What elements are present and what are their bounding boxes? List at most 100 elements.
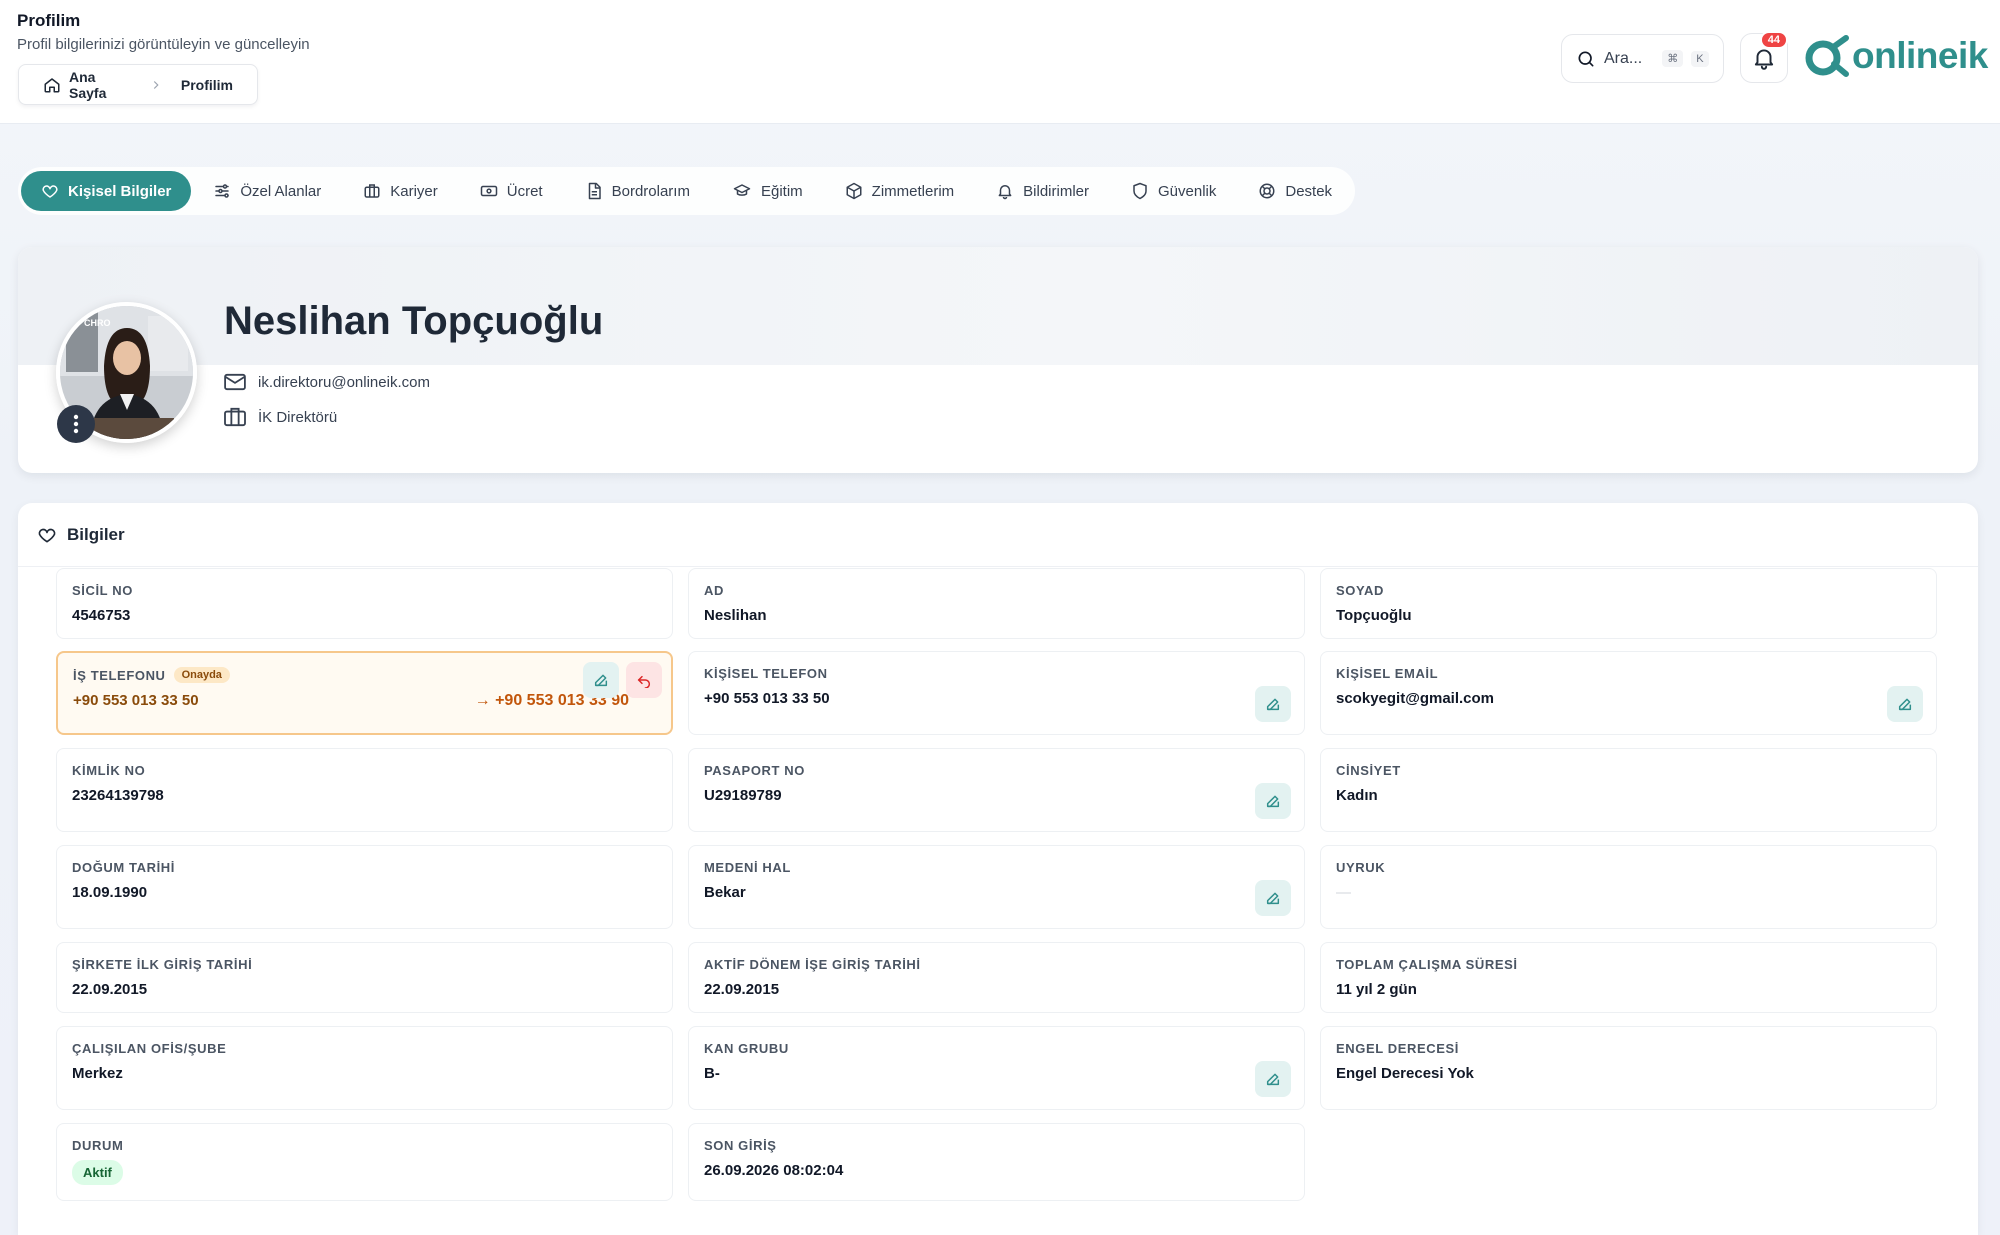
profile-role-row: İK Direktörü: [224, 407, 337, 427]
edit-button[interactable]: [1255, 880, 1291, 916]
field-label: CİNSİYET: [1336, 763, 1401, 778]
page-subtitle: Profil bilgilerinizi görüntüleyin ve gün…: [17, 36, 310, 53]
graduation-cap-icon: [732, 182, 752, 200]
field-value: +90 553 013 33 50: [704, 690, 830, 707]
edit-icon: [1265, 696, 1281, 712]
field-kimlik-no: KİMLİK NO 23264139798: [56, 748, 673, 832]
tab-destek[interactable]: Destek: [1238, 171, 1352, 211]
tab-ucret[interactable]: Ücret: [460, 171, 563, 211]
field-value: Engel Derecesi Yok: [1336, 1065, 1474, 1082]
field-value: 4546753: [72, 607, 131, 624]
field-label: KAN GRUBU: [704, 1041, 789, 1056]
tab-label: Zimmetlerim: [871, 182, 955, 200]
shortcut-cmd: ⌘: [1662, 50, 1684, 67]
tab-label: Özel Alanlar: [240, 182, 322, 200]
tab-zimmetlerim[interactable]: Zimmetlerim: [825, 171, 975, 211]
field-value: Neslihan: [704, 607, 767, 624]
shield-icon: [1131, 182, 1149, 200]
avatar-sign-text: CHRO: [84, 318, 111, 328]
notification-count-badge: 44: [1759, 31, 1788, 49]
breadcrumb-home[interactable]: Ana Sayfa: [43, 69, 131, 101]
breadcrumb-current: Profilim: [180, 76, 233, 93]
field-toplam-calisma-suresi: TOPLAM ÇALIŞMA SÜRESİ 11 yıl 2 gün: [1320, 942, 1937, 1013]
edit-button[interactable]: [1887, 686, 1923, 722]
mail-icon: [224, 373, 246, 391]
search-icon: [1576, 49, 1596, 69]
edit-icon: [593, 672, 609, 688]
profile-email-row: ik.direktoru@onlineik.com: [224, 373, 430, 391]
field-son-giris: SON GİRİŞ 26.09.2026 08:02:04: [688, 1123, 1305, 1201]
chevron-right-icon: [149, 78, 163, 92]
tab-bordrolarim[interactable]: Bordrolarım: [565, 171, 710, 211]
profile-name: Neslihan Topçuoğlu: [224, 299, 604, 343]
logo-mark-icon: [1804, 34, 1850, 78]
notifications-button[interactable]: 44: [1740, 31, 1788, 83]
heart-icon: [41, 182, 59, 200]
field-label: KİMLİK NO: [72, 763, 146, 778]
field-value: B-: [704, 1065, 720, 1082]
field-pasaport-no: PASAPORT NO U29189789: [688, 748, 1305, 832]
search-input[interactable]: Ara... ⌘ K: [1561, 34, 1724, 83]
edit-icon: [1265, 793, 1281, 809]
more-vertical-icon: [73, 414, 79, 434]
avatar-options-button[interactable]: [57, 405, 95, 443]
field-value: 22.09.2015: [72, 981, 148, 998]
edit-button[interactable]: [1255, 783, 1291, 819]
tab-egitim[interactable]: Eğitim: [712, 171, 823, 211]
package-icon: [845, 182, 863, 200]
field-value: Bekar: [704, 884, 746, 901]
field-label: SON GİRİŞ: [704, 1138, 777, 1153]
edit-button[interactable]: [1255, 686, 1291, 722]
undo-request-button[interactable]: [626, 662, 662, 698]
field-label: DOĞUM TARİHİ: [72, 860, 176, 875]
banknote-icon: [480, 182, 498, 200]
tab-label: Kişisel Bilgiler: [68, 182, 172, 200]
home-icon: [43, 76, 61, 94]
tab-kariyer[interactable]: Kariyer: [343, 171, 458, 211]
briefcase-icon: [363, 182, 381, 200]
tab-label: Güvenlik: [1158, 182, 1217, 200]
section-header: Bilgiler: [18, 503, 1978, 567]
field-kisisel-email: KİŞİSEL EMAİL scokyegit@gmail.com: [1320, 651, 1937, 735]
field-value: U29189789: [704, 787, 782, 804]
tab-guvenlik[interactable]: Güvenlik: [1111, 171, 1236, 211]
search-placeholder: Ara...: [1604, 49, 1643, 67]
document-icon: [585, 182, 603, 200]
shortcut-key: K: [1691, 50, 1709, 67]
field-kisisel-telefon: KİŞİSEL TELEFON +90 553 013 33 50: [688, 651, 1305, 735]
briefcase-icon: [224, 407, 246, 427]
field-value: 26.09.2026 08:02:04: [704, 1162, 844, 1179]
tab-label: Eğitim: [760, 182, 803, 200]
field-label: ŞİRKETE İLK GİRİŞ TARİHİ: [72, 957, 253, 972]
tab-bildirimler[interactable]: Bildirimler: [976, 171, 1109, 211]
field-value: Merkez: [72, 1065, 123, 1082]
field-value: Topçuoğlu: [1336, 607, 1412, 624]
field-aktif-donem-giris: AKTİF DÖNEM İŞE GİRİŞ TARİHİ 22.09.2015: [688, 942, 1305, 1013]
bell-icon: [996, 182, 1014, 200]
field-label: KİŞİSEL EMAİL: [1336, 666, 1439, 681]
edit-icon: [1265, 1071, 1281, 1087]
field-cinsiyet: CİNSİYET Kadın: [1320, 748, 1937, 832]
edit-button[interactable]: [1255, 1061, 1291, 1097]
field-value: 18.09.1990: [72, 884, 148, 901]
tab-kisisel-bilgiler[interactable]: Kişisel Bilgiler: [21, 171, 192, 211]
tab-label: Kariyer: [390, 182, 438, 200]
status-badge: Aktif: [72, 1160, 123, 1185]
field-soyad: SOYAD Topçuoğlu: [1320, 568, 1937, 639]
company-logo[interactable]: onlineik: [1804, 34, 1988, 78]
field-value: 23264139798: [72, 787, 164, 804]
field-value: Kadın: [1336, 787, 1378, 804]
current-phone-value: +90 553 013 33 50: [73, 692, 199, 709]
section-title: Bilgiler: [67, 524, 125, 544]
lifebuoy-icon: [1258, 182, 1276, 200]
edit-button[interactable]: [583, 662, 619, 698]
tab-label: Destek: [1285, 182, 1333, 200]
field-sicil-no: SİCİL NO 4546753: [56, 568, 673, 639]
field-label: PASAPORT NO: [704, 763, 805, 778]
tab-ozel-alanlar[interactable]: Özel Alanlar: [193, 171, 341, 211]
field-value: 22.09.2015: [704, 981, 780, 998]
logo-text: onlineik: [1852, 35, 1988, 76]
edit-icon: [1265, 890, 1281, 906]
field-value: —: [1336, 884, 1351, 901]
profile-card: CHRO Neslihan Topçuoğlu ik.direktoru@onl…: [18, 247, 1978, 473]
